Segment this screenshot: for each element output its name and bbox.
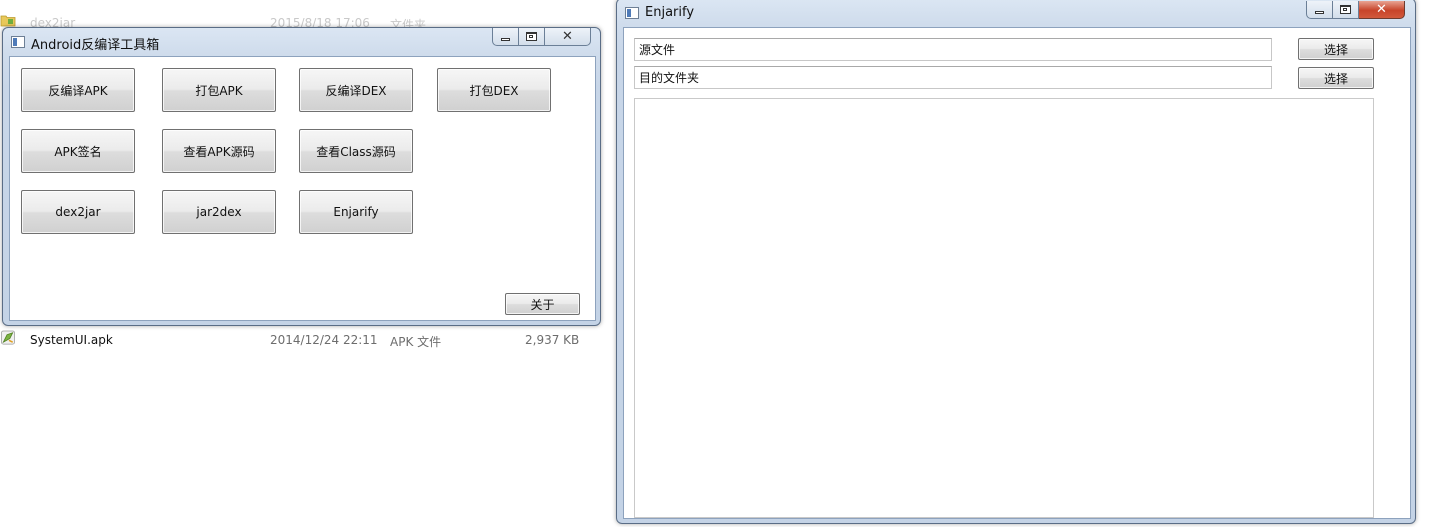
apk-file-icon xyxy=(1,330,15,345)
minimize-button[interactable] xyxy=(492,28,519,46)
source-file-input[interactable] xyxy=(634,38,1272,61)
view-apk-source-button[interactable]: 查看APK源码 xyxy=(162,129,276,173)
decompile-dex-button[interactable]: 反编译DEX xyxy=(299,68,413,112)
minimize-icon xyxy=(1315,10,1324,14)
output-log-textarea[interactable] xyxy=(634,98,1374,518)
enjarify-client-area: 选择 选择 xyxy=(623,27,1411,519)
enjarify-caption-buttons: ✕ xyxy=(1306,1,1405,20)
file-name: SystemUI.apk xyxy=(30,333,113,347)
choose-source-button[interactable]: 选择 xyxy=(1298,38,1374,60)
enjarify-window-title: Enjarify xyxy=(645,5,695,20)
apk-sign-button[interactable]: APK签名 xyxy=(21,129,135,173)
close-icon: ✕ xyxy=(1376,2,1387,17)
pack-dex-button[interactable]: 打包DEX xyxy=(437,68,551,112)
dex2jar-button[interactable]: dex2jar xyxy=(21,190,135,234)
file-date: 2014/12/24 22:11 xyxy=(270,333,378,347)
about-button[interactable]: 关于 xyxy=(505,293,580,315)
close-button[interactable]: ✕ xyxy=(545,28,591,46)
toolbox-client-area: 反编译APK 打包APK 反编译DEX 打包DEX APK签名 查看APK源码 … xyxy=(9,56,596,321)
enjarify-titlebar[interactable]: Enjarify ✕ xyxy=(617,0,1415,25)
maximize-button[interactable] xyxy=(519,28,545,46)
dest-folder-input[interactable] xyxy=(634,66,1272,89)
toolbox-window-title: Android反编译工具箱 xyxy=(31,38,160,53)
minimize-icon xyxy=(501,37,510,41)
pack-apk-button[interactable]: 打包APK xyxy=(162,68,276,112)
toolbox-titlebar[interactable]: Android反编译工具箱 ✕ xyxy=(3,28,600,54)
maximize-icon xyxy=(1340,5,1351,14)
file-size: 2,937 KB xyxy=(525,333,580,347)
close-icon: ✕ xyxy=(562,29,573,44)
enjarify-window: Enjarify ✕ 选择 选择 xyxy=(616,0,1416,524)
toolbox-window: Android反编译工具箱 ✕ 反编译APK 打包APK 反编译DEX 打包DE… xyxy=(2,27,601,326)
folder-icon xyxy=(0,15,16,27)
enjarify-button[interactable]: Enjarify xyxy=(299,190,413,234)
explorer-row-systemui[interactable]: SystemUI.apk 2014/12/24 22:11 APK 文件 2,9… xyxy=(0,330,600,352)
choose-dest-button[interactable]: 选择 xyxy=(1298,67,1374,89)
minimize-button[interactable] xyxy=(1306,1,1333,19)
close-button[interactable]: ✕ xyxy=(1359,1,1405,19)
jar2dex-button[interactable]: jar2dex xyxy=(162,190,276,234)
decompile-apk-button[interactable]: 反编译APK xyxy=(21,68,135,112)
app-window-icon xyxy=(11,36,25,48)
toolbox-caption-buttons: ✕ xyxy=(492,28,591,47)
file-type: APK 文件 xyxy=(390,335,442,349)
view-class-source-button[interactable]: 查看Class源码 xyxy=(299,129,413,173)
maximize-button[interactable] xyxy=(1333,1,1359,19)
app-window-icon xyxy=(625,7,639,19)
maximize-icon xyxy=(526,32,537,41)
